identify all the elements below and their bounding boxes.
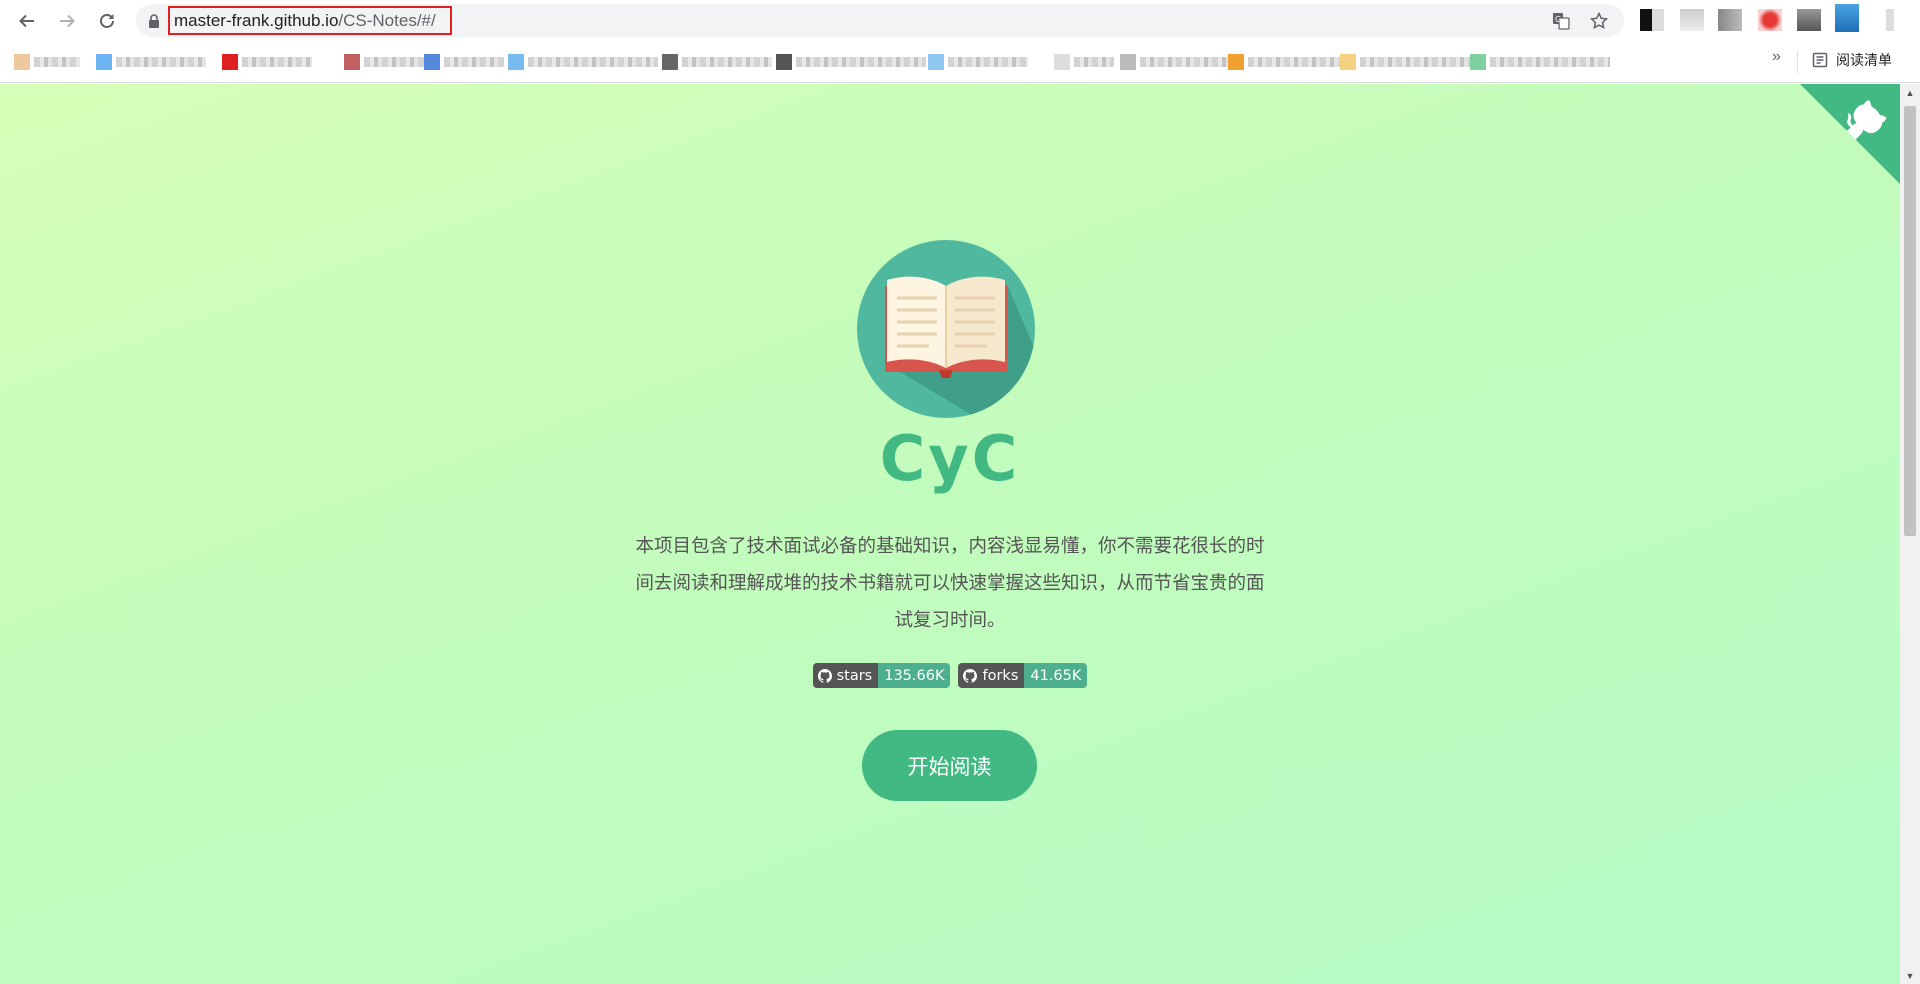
extension-2-icon[interactable] [1680, 9, 1704, 31]
reading-list-button[interactable]: 阅读清单 [1812, 50, 1892, 70]
page-scrollbar[interactable]: ▲ ▼ [1900, 84, 1920, 984]
page-title: CyC [879, 422, 1021, 495]
svg-text:G: G [1555, 15, 1561, 24]
badge-value: 135.66K [878, 663, 951, 688]
bookmark-item[interactable] [1054, 53, 1114, 71]
github-icon [817, 668, 832, 683]
bookmark-item[interactable] [1340, 53, 1470, 71]
url-text[interactable]: master-frank.github.io/CS-Notes/#/ [168, 6, 452, 35]
browser-toolbar: master-frank.github.io/CS-Notes/#/ G [0, 0, 1920, 41]
bookmarks-overflow-button[interactable]: » [1772, 48, 1781, 66]
star-icon[interactable] [1590, 12, 1608, 30]
start-reading-button[interactable]: 开始阅读 [862, 730, 1037, 801]
bookmark-item[interactable] [96, 53, 206, 71]
badge-label: stars [836, 667, 873, 684]
extension-4-icon[interactable] [1758, 9, 1782, 31]
project-description: 本项目包含了技术面试必备的基础知识，内容浅显易懂，你不需要花很长的时间去阅读和理… [635, 536, 1265, 631]
bookmark-item[interactable] [1228, 53, 1348, 71]
bookmark-item[interactable] [508, 53, 658, 71]
scroll-thumb[interactable] [1904, 106, 1916, 536]
bookmark-item[interactable] [928, 53, 1028, 71]
badge-value: 41.65K [1024, 663, 1088, 688]
extension-1-icon[interactable] [1640, 9, 1664, 31]
cover-section: CyC 本项目包含了技术面试必备的基础知识，内容浅显易懂，你不需要花很长的时间去… [0, 84, 1900, 984]
divider [1797, 51, 1798, 73]
forks-badge[interactable]: forks 41.65K [958, 663, 1088, 688]
bookmark-item[interactable] [1120, 53, 1230, 71]
reading-list-icon [1812, 52, 1828, 68]
badge-left: forks [958, 663, 1025, 688]
reload-icon [100, 14, 114, 28]
reading-list-label: 阅读清单 [1836, 53, 1892, 69]
lock-icon[interactable] [148, 14, 160, 28]
book-icon [857, 240, 1035, 418]
extension-7-icon[interactable] [1886, 9, 1894, 31]
reload-button[interactable] [94, 8, 120, 34]
bookmark-item[interactable] [776, 53, 926, 71]
extension-6-icon[interactable] [1835, 4, 1859, 32]
bookmarks-bar [0, 41, 1920, 83]
url-highlight-box [168, 6, 452, 35]
page-viewport: CyC 本项目包含了技术面试必备的基础知识，内容浅显易懂，你不需要花很长的时间去… [0, 84, 1900, 984]
address-bar[interactable]: master-frank.github.io/CS-Notes/#/ G [136, 4, 1624, 37]
badge-left: stars [812, 663, 879, 688]
bookmark-item[interactable] [424, 53, 504, 71]
scroll-up-arrow[interactable]: ▲ [1900, 84, 1920, 101]
badge-label: forks [982, 667, 1019, 684]
bookmark-item[interactable] [14, 53, 80, 71]
badge-row: stars 135.66K forks 41.65K [0, 663, 1900, 688]
forward-icon [60, 14, 75, 28]
forward-button[interactable] [54, 8, 80, 34]
bookmark-item[interactable] [344, 53, 424, 71]
back-button[interactable] [14, 8, 40, 34]
github-icon [963, 668, 978, 683]
bookmark-item[interactable] [662, 53, 772, 71]
bookmark-item[interactable] [222, 53, 312, 71]
extension-3-icon[interactable] [1718, 9, 1742, 31]
back-icon [19, 14, 34, 28]
translate-icon[interactable]: G [1552, 12, 1570, 30]
bookmark-item[interactable] [1470, 53, 1610, 71]
stars-badge[interactable]: stars 135.66K [812, 663, 951, 688]
extension-5-icon[interactable] [1797, 9, 1821, 31]
scroll-down-arrow[interactable]: ▼ [1900, 967, 1920, 984]
